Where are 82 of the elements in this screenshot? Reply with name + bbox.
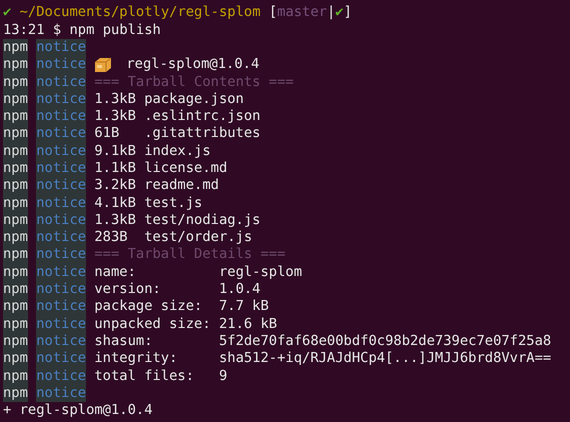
status-mark: ✔: [3, 3, 12, 22]
detail-value: 7.7 kB: [218, 297, 269, 316]
source-label: npm: [3, 73, 28, 90]
detail-value: 9: [218, 366, 228, 386]
file-size: 1.3kB: [94, 90, 137, 109]
source-label: npm: [3, 315, 28, 333]
source-label: npm: [3, 125, 28, 142]
level-label: notice: [36, 160, 86, 177]
source-label: npm: [3, 263, 28, 281]
file-name: test/nodiag.js: [144, 210, 260, 230]
level-label: notice: [36, 212, 86, 229]
file-name: test/order.js: [144, 228, 252, 248]
file-name: .eslintrc.json: [144, 107, 260, 126]
file-name: readme.md: [144, 176, 219, 196]
package-name: regl-splom@1.0.4: [126, 55, 260, 74]
file-name: test.js: [144, 194, 202, 213]
branch-open-bracket: [: [268, 3, 278, 22]
file-name: license.md: [144, 158, 228, 178]
file-name: .gitattributes: [144, 124, 260, 144]
level-label: notice: [36, 298, 86, 316]
source-label: npm: [3, 228, 28, 246]
file-size: 61B: [94, 124, 120, 144]
source-label: npm: [3, 142, 28, 160]
source-label: npm: [3, 280, 28, 298]
package-icon: [94, 56, 112, 73]
source-label: npm: [3, 90, 28, 108]
level-label: notice: [36, 125, 86, 142]
prompt-symbol: $: [52, 20, 62, 40]
source-label: npm: [3, 212, 28, 229]
source-label: npm: [3, 108, 28, 126]
level-label: notice: [36, 246, 86, 264]
source-label: npm: [3, 332, 28, 350]
source-label: npm: [3, 350, 28, 368]
file-size: 4.1kB: [94, 194, 137, 213]
level-label: notice: [36, 367, 86, 385]
branch-close-bracket: ]: [344, 3, 352, 22]
section-heading: === Tarball Contents ===: [94, 72, 294, 92]
level-label: notice: [36, 263, 86, 281]
source-label: npm: [3, 367, 28, 385]
detail-value: sha512-+iq/RJAJdHCp4[...]JMJJ6brd8VvrA==: [218, 349, 552, 368]
prompt-time: 13:21: [3, 20, 45, 40]
source-label: npm: [3, 56, 28, 74]
level-label: notice: [36, 108, 86, 126]
command-text: npm publish: [69, 20, 161, 40]
level-label: notice: [36, 332, 86, 350]
level-label: notice: [36, 280, 86, 298]
publish-result: + regl-splom@1.0.4: [3, 401, 153, 420]
detail-value: 5f2de70faf68e00bdf0c98b2de739ec7e07f25a8: [218, 332, 552, 351]
branch-name: master: [277, 3, 327, 22]
detail-value: 21.6 kB: [218, 314, 278, 334]
level-label: notice: [36, 194, 86, 212]
source-label: npm: [3, 194, 28, 212]
file-size: 283B: [94, 228, 129, 248]
file-name: package.json: [144, 90, 244, 109]
level-label: notice: [36, 90, 86, 108]
source-label: npm: [3, 384, 28, 402]
source-label: npm: [3, 160, 28, 177]
source-label: npm: [3, 176, 28, 194]
level-label: notice: [36, 228, 86, 246]
detail-value: regl-splom: [218, 262, 302, 282]
file-size: 9.1kB: [94, 142, 137, 161]
branch-separator: |: [326, 3, 336, 22]
level-label: notice: [36, 384, 86, 402]
prompt-path: ~/Documents/plotly/regl-splom: [20, 3, 261, 22]
level-label: notice: [36, 56, 86, 74]
source-label: npm: [3, 298, 28, 316]
level-label: notice: [36, 350, 86, 368]
file-size: 1.3kB: [94, 107, 137, 126]
file-name: index.js: [144, 142, 211, 161]
level-label: notice: [36, 176, 86, 194]
detail-value: 1.0.4: [218, 280, 260, 300]
file-size: 1.1kB: [94, 158, 137, 178]
clean-mark: ✔: [335, 3, 344, 22]
file-size: 1.3kB: [94, 210, 137, 230]
level-label: notice: [36, 38, 86, 56]
section-heading: === Tarball Details ===: [94, 245, 286, 264]
file-size: 3.2kB: [94, 176, 137, 196]
source-label: npm: [3, 38, 28, 56]
level-label: notice: [36, 142, 86, 160]
source-label: npm: [3, 246, 28, 264]
level-label: notice: [36, 315, 86, 333]
level-label: notice: [36, 73, 86, 90]
